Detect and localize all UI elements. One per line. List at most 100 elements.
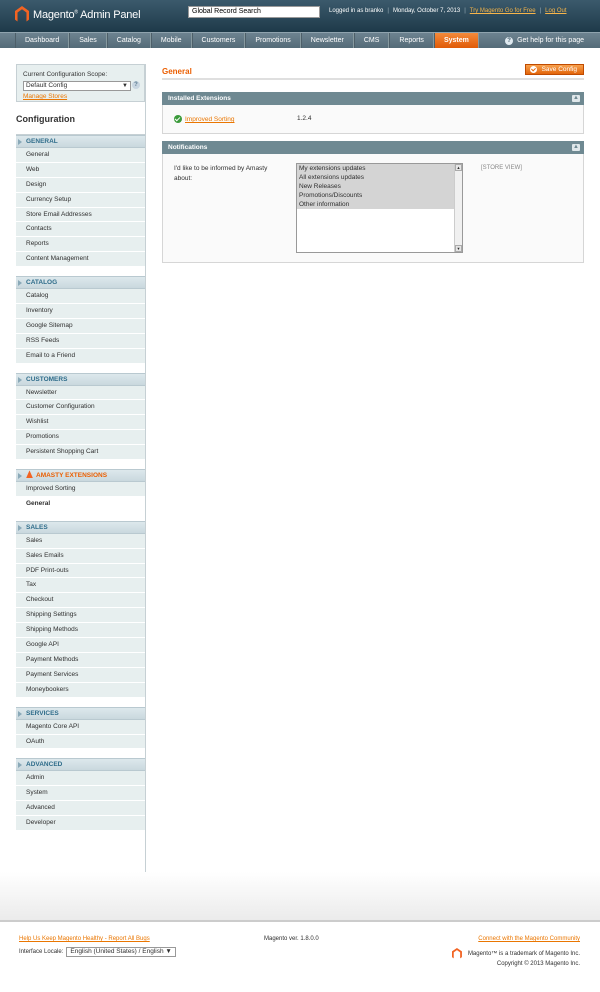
help-icon: ? bbox=[505, 36, 514, 45]
section-header[interactable]: ADVANCED bbox=[16, 758, 145, 772]
report-bugs-link[interactable]: Help Us Keep Magento Healthy - Report Al… bbox=[19, 936, 150, 942]
sidebar-item[interactable]: Newsletter bbox=[16, 385, 145, 401]
sidebar-item[interactable]: General bbox=[16, 496, 145, 512]
sidebar-item[interactable]: Developer bbox=[16, 816, 145, 831]
sidebar-item[interactable]: Sales bbox=[16, 533, 145, 549]
sidebar-item[interactable]: Magento Core API bbox=[16, 719, 145, 735]
option-promotions-discounts[interactable]: Promotions/Discounts bbox=[297, 191, 454, 200]
sidebar-item[interactable]: Moneybookers bbox=[16, 682, 145, 698]
sidebar-item[interactable]: Admin bbox=[16, 771, 145, 787]
improved-sorting-link[interactable]: Improved Sorting bbox=[185, 116, 235, 123]
magento-logo[interactable]: Magento® Admin Panel bbox=[15, 6, 141, 24]
sidebar-item[interactable]: Payment Services bbox=[16, 667, 145, 683]
nav-catalog[interactable]: Catalog bbox=[106, 33, 151, 48]
section-header[interactable]: SERVICES bbox=[16, 706, 145, 720]
check-icon bbox=[174, 115, 182, 123]
config-section: SERVICES Magento Core API OAuth bbox=[16, 706, 145, 750]
collapse-icon[interactable]: ▲ bbox=[572, 95, 580, 102]
section-title: SERVICES bbox=[26, 709, 59, 717]
list-scrollbar[interactable]: ▲ ▼ bbox=[454, 164, 462, 252]
logout-link[interactable]: Log Out bbox=[545, 8, 566, 14]
sidebar-item[interactable]: Improved Sorting bbox=[16, 482, 145, 497]
sidebar-item[interactable]: Sales Emails bbox=[16, 548, 145, 564]
footer-area: Help Us Keep Magento Healthy - Report Al… bbox=[0, 872, 600, 992]
notifications-multiselect[interactable]: My extensions updates All extensions upd… bbox=[296, 163, 463, 253]
sidebar-item[interactable]: Persistent Shopping Cart bbox=[16, 445, 145, 461]
sidebar-item[interactable]: Content Management bbox=[16, 252, 145, 268]
header: Magento® Admin Panel Global Record Searc… bbox=[0, 0, 600, 32]
sidebar-item[interactable]: Promotions bbox=[16, 430, 145, 446]
collapse-icon[interactable]: ▲ bbox=[572, 144, 580, 151]
trademark-text: Magento™ is a trademark of Magento Inc. bbox=[467, 951, 580, 957]
nav-newsletter[interactable]: Newsletter bbox=[300, 33, 354, 48]
sidebar-item[interactable]: Currency Setup bbox=[16, 192, 145, 208]
notifications-header[interactable]: Notifications ▲ bbox=[162, 141, 584, 154]
save-config-button[interactable]: Save Config bbox=[524, 64, 584, 75]
option-other-information[interactable]: Other information bbox=[297, 200, 454, 209]
scope-switcher: Current Configuration Scope: Default Con… bbox=[16, 64, 145, 102]
extension-version: 1.2.4 bbox=[297, 115, 312, 122]
scope-help-icon[interactable]: ? bbox=[132, 81, 140, 89]
sidebar-item[interactable]: Google API bbox=[16, 638, 145, 653]
sidebar-item[interactable]: Google Sitemap bbox=[16, 318, 145, 334]
sidebar-item[interactable]: Design bbox=[16, 177, 145, 193]
try-magento-go-link[interactable]: Try Magento Go for Free bbox=[470, 8, 536, 14]
sidebar-item[interactable]: Contacts bbox=[16, 222, 145, 238]
option-all-extensions-updates[interactable]: All extensions updates bbox=[297, 173, 454, 182]
amasty-logo-icon bbox=[26, 470, 33, 479]
scroll-up-icon[interactable]: ▲ bbox=[455, 164, 462, 171]
sidebar-item[interactable]: Customer Configuration bbox=[16, 400, 145, 416]
sidebar-item[interactable]: Store Email Addresses bbox=[16, 207, 145, 223]
sidebar-item[interactable]: Shipping Methods bbox=[16, 623, 145, 639]
sidebar-item[interactable]: System bbox=[16, 786, 145, 802]
section-title: SALES bbox=[26, 523, 48, 531]
sidebar-item[interactable]: General bbox=[16, 148, 145, 163]
sidebar-item[interactable]: Tax bbox=[16, 578, 145, 594]
nav-promotions[interactable]: Promotions bbox=[245, 33, 301, 48]
locale-switcher: Interface Locale: English (United States… bbox=[19, 947, 176, 957]
option-my-extensions-updates[interactable]: My extensions updates bbox=[297, 164, 454, 173]
section-header[interactable]: CATALOG bbox=[16, 276, 145, 290]
sidebar-item[interactable]: Email to a Friend bbox=[16, 348, 145, 364]
help-link[interactable]: ? Get help for this page bbox=[505, 33, 584, 48]
section-header[interactable]: GENERAL bbox=[16, 135, 145, 148]
main-content: General Save Config Installed Extensions… bbox=[162, 64, 584, 263]
sidebar-item[interactable]: Inventory bbox=[16, 304, 145, 319]
sidebar-item[interactable]: Reports bbox=[16, 237, 145, 253]
scroll-down-icon[interactable]: ▼ bbox=[455, 245, 462, 252]
nav-dashboard[interactable]: Dashboard bbox=[15, 33, 70, 48]
section-header[interactable]: AMASTY EXTENSIONS bbox=[16, 469, 145, 483]
nav-reports[interactable]: Reports bbox=[389, 33, 434, 48]
sidebar-item[interactable]: Advanced bbox=[16, 801, 145, 817]
sidebar-item[interactable]: Catalog bbox=[16, 289, 145, 305]
manage-stores-link[interactable]: Manage Stores bbox=[23, 93, 67, 100]
section-title: AMASTY EXTENSIONS bbox=[36, 472, 108, 480]
sidebar-item[interactable]: Payment Methods bbox=[16, 652, 145, 668]
section-header[interactable]: SALES bbox=[16, 520, 145, 534]
scope-label: Current Configuration Scope: bbox=[23, 71, 108, 78]
locale-label: Interface Locale: bbox=[19, 949, 64, 955]
sidebar-item[interactable]: Wishlist bbox=[16, 415, 145, 431]
nav-cms[interactable]: CMS bbox=[353, 33, 390, 48]
sidebar-item[interactable]: PDF Print-outs bbox=[16, 563, 145, 579]
option-new-releases[interactable]: New Releases bbox=[297, 182, 454, 191]
scope-select[interactable]: Default Config ▼ bbox=[23, 81, 131, 91]
sidebar-item[interactable]: Web bbox=[16, 162, 145, 178]
notifications-body: I'd like to be informed by Amasty about:… bbox=[162, 154, 584, 263]
sidebar-item[interactable]: Checkout bbox=[16, 593, 145, 609]
nav-sales[interactable]: Sales bbox=[69, 33, 107, 48]
installed-extensions-header[interactable]: Installed Extensions ▲ bbox=[162, 92, 584, 105]
nav-mobile[interactable]: Mobile bbox=[150, 33, 192, 48]
community-link[interactable]: Connect with the Magento Community bbox=[478, 936, 580, 942]
sidebar-item[interactable]: OAuth bbox=[16, 734, 145, 750]
global-search-input[interactable]: Global Record Search bbox=[188, 6, 320, 18]
nav-system[interactable]: System bbox=[433, 33, 479, 48]
locale-select[interactable]: English (United States) / English ▼ bbox=[66, 947, 176, 957]
sidebar-item[interactable]: RSS Feeds bbox=[16, 333, 145, 349]
sidebar-item[interactable]: Shipping Settings bbox=[16, 608, 145, 624]
nav-customers[interactable]: Customers bbox=[191, 33, 246, 48]
section-header[interactable]: CUSTOMERS bbox=[16, 372, 145, 386]
config-section: SALES Sales Sales Emails PDF Print-outs Tax C… bbox=[16, 520, 145, 698]
